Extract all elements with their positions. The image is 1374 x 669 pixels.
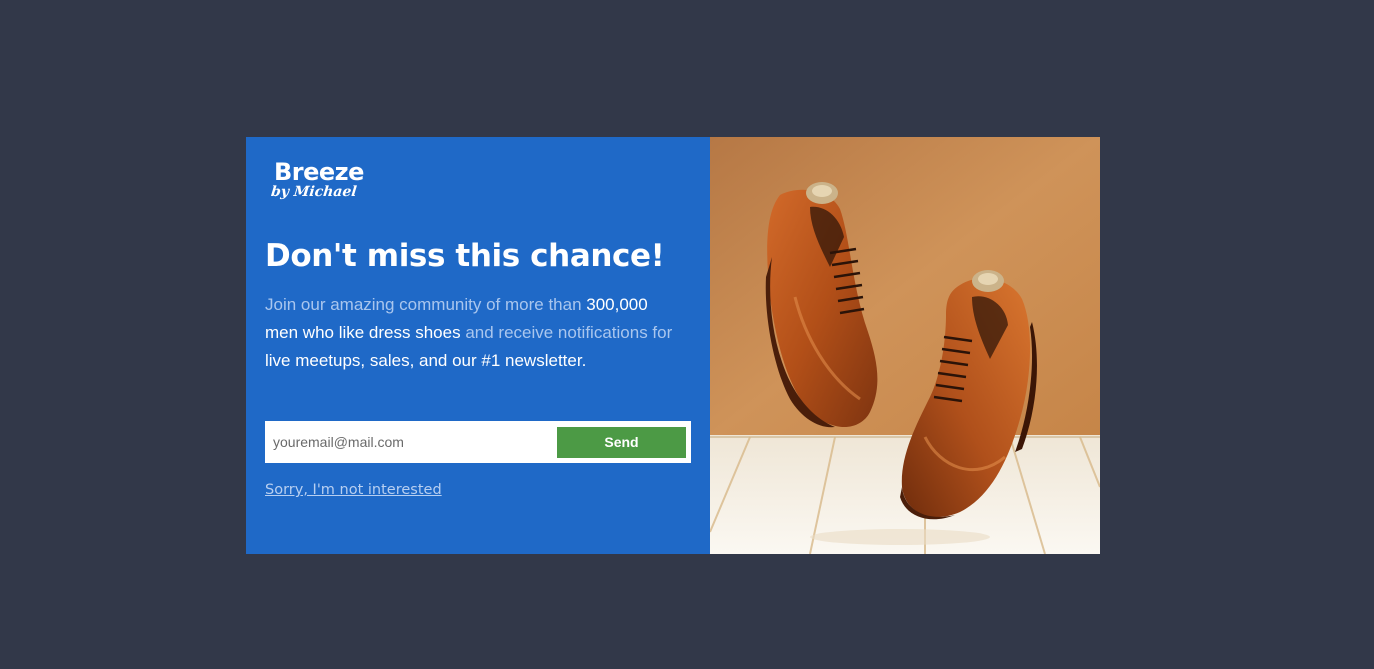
description-part-1: Join our amazing community of more than — [265, 295, 587, 314]
signup-panel: Breeze by Michael Don't miss this chance… — [246, 137, 710, 554]
send-button[interactable]: Send — [557, 426, 686, 458]
description-text: Join our amazing community of more than … — [265, 291, 685, 375]
decline-link[interactable]: Sorry, I'm not interested — [265, 482, 442, 498]
shoes-illustration — [710, 137, 1100, 554]
email-form: Send — [265, 421, 691, 463]
logo-tagline: by Michael — [270, 184, 358, 200]
logo-wordmark: Breeze — [274, 158, 364, 186]
brand-logo: Breeze by Michael — [270, 158, 384, 203]
headline: Don't miss this chance! — [265, 238, 665, 274]
email-input[interactable] — [265, 423, 557, 461]
description-part-2: and receive notifications for — [460, 323, 673, 342]
description-highlight-2: live meetups, sales, and our #1 newslett… — [265, 351, 587, 370]
shoes-photo — [710, 137, 1100, 554]
signup-modal: Breeze by Michael Don't miss this chance… — [246, 137, 1100, 554]
